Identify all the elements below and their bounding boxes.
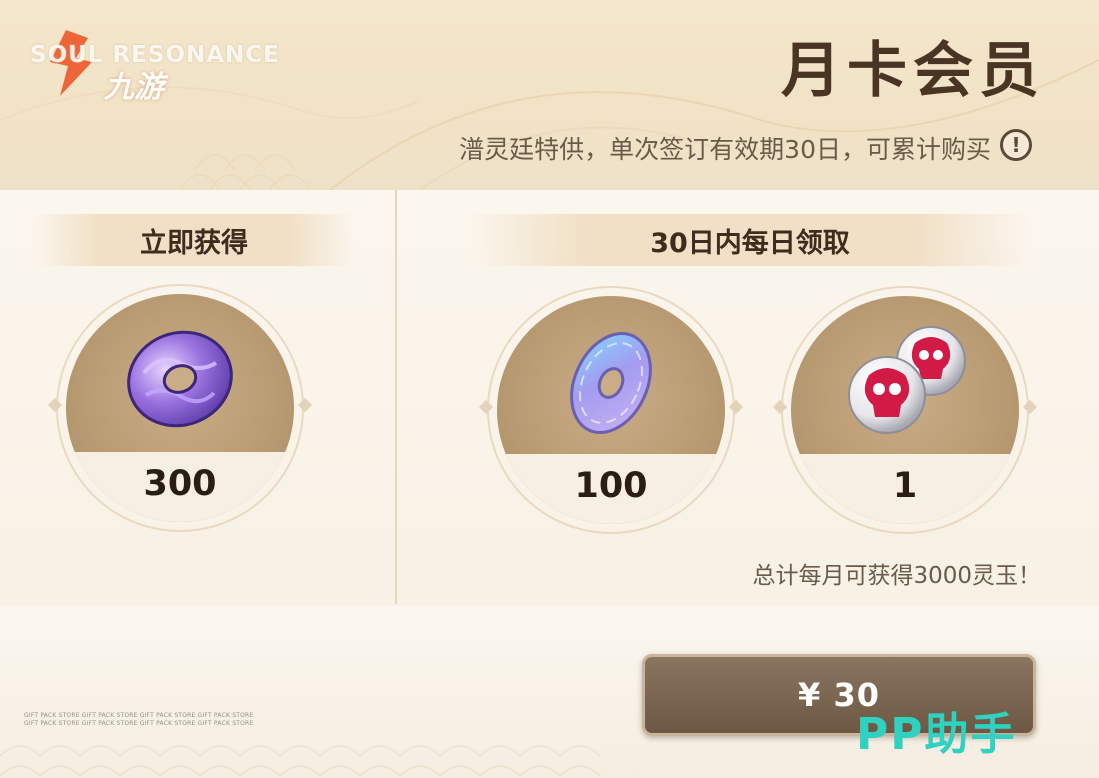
medallion-face: 100 xyxy=(497,296,725,524)
logo-sub-text: 九游 xyxy=(104,70,164,105)
reward-slot-daily-jade[interactable]: 100 xyxy=(478,286,744,534)
daily-reward-heading: 30日内每日领取 xyxy=(470,214,1030,266)
reward-slot-daily-orb[interactable]: 1 xyxy=(772,286,1038,534)
watermark-text: PP助手 xyxy=(856,709,1017,760)
page-subtitle: 潽灵廷特供，单次签订有效期30日，可累计购买 xyxy=(459,135,991,164)
jade-disc-coin-icon xyxy=(555,325,667,441)
violet-jade-coin-icon xyxy=(124,323,236,439)
panel-divider xyxy=(395,190,397,604)
medallion-face: 1 xyxy=(791,296,1019,524)
fine-print: GIFT PACK STORE GIFT PACK STORE GIFT PAC… xyxy=(24,712,254,727)
page-title: 月卡会员 xyxy=(781,36,1045,106)
crimson-skull-orbs-icon xyxy=(835,321,975,445)
game-logo: SOUL RESONANCE 九游 xyxy=(14,28,384,108)
header-banner: SOUL RESONANCE 九游 月卡会员 潽灵廷特供，单次签订有效期30日，… xyxy=(0,0,1099,190)
exclamation-circle-icon[interactable]: ! xyxy=(1000,129,1032,161)
reward-slot-instant[interactable]: 300 xyxy=(47,284,313,532)
instant-reward-heading: 立即获得 xyxy=(34,214,354,266)
reward-quantity: 1 xyxy=(892,466,918,506)
reward-quantity: 300 xyxy=(143,464,217,504)
reward-quantity: 100 xyxy=(574,466,648,506)
medallion-face: 300 xyxy=(66,294,294,522)
monthly-total-note: 总计每月可获得3000灵玉！ xyxy=(752,563,1041,589)
